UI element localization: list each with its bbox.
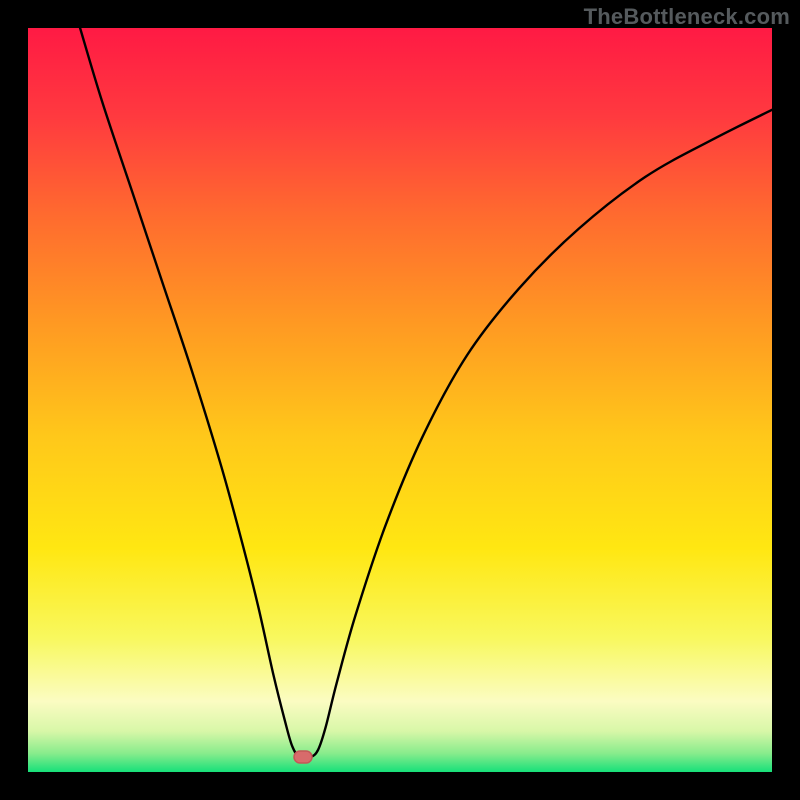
optimum-marker <box>293 750 313 764</box>
plot-area <box>28 28 772 772</box>
bottleneck-curve <box>28 28 772 772</box>
chart-frame: TheBottleneck.com <box>0 0 800 800</box>
watermark-text: TheBottleneck.com <box>584 4 790 30</box>
